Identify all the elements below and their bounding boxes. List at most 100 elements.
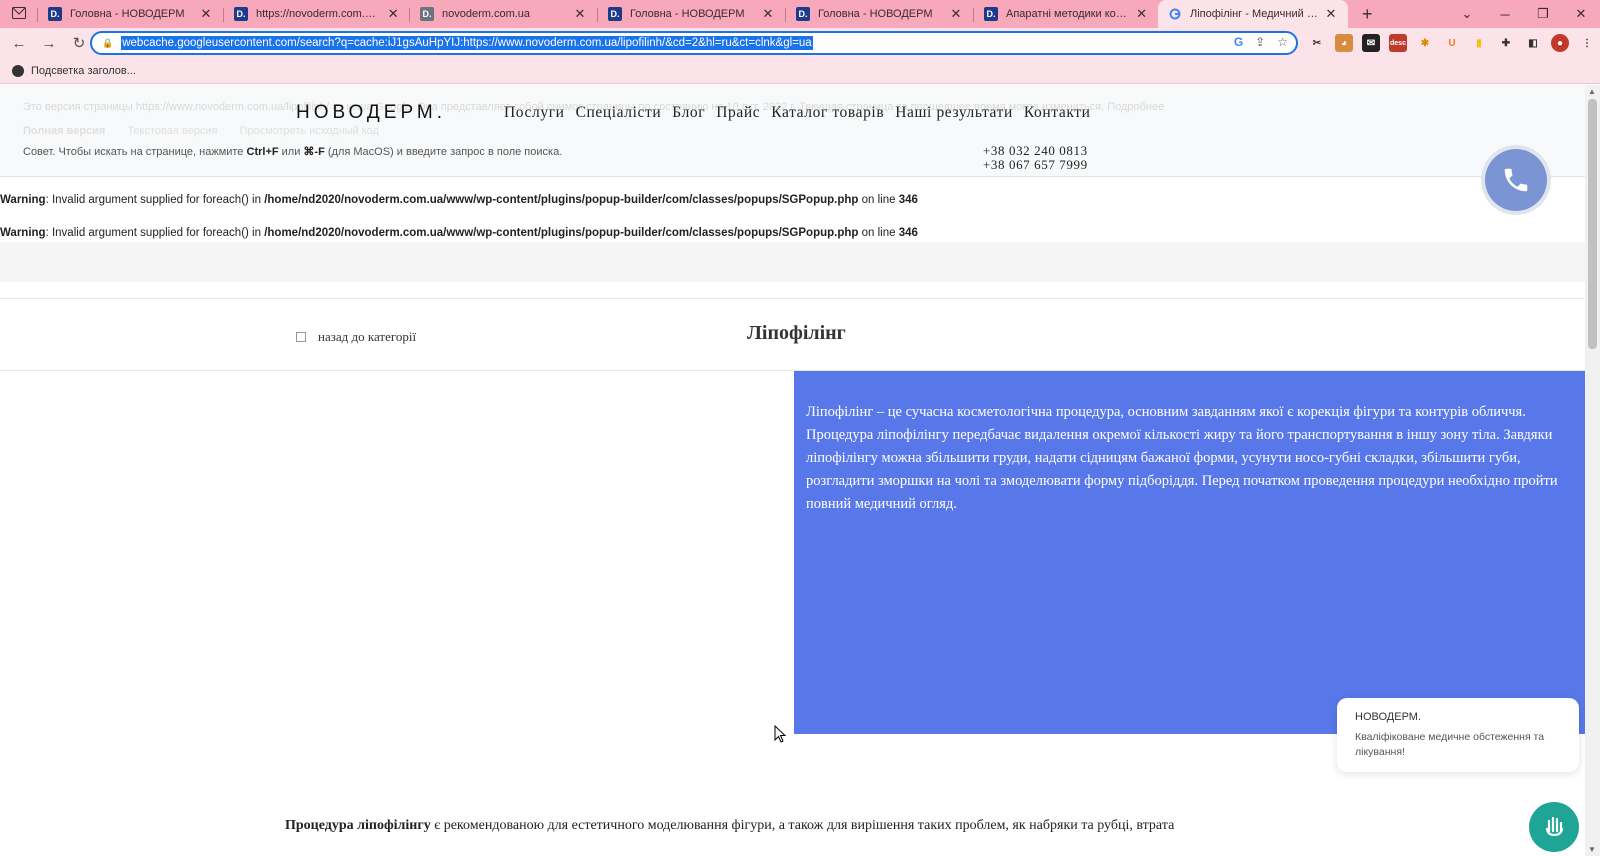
extensions-puzzle-icon[interactable]: ✚ [1497, 34, 1515, 52]
nav-item-results[interactable]: Наші результати [895, 104, 1013, 122]
nav-item-contacts[interactable]: Контакти [1024, 104, 1091, 122]
extension-cut-icon[interactable]: ✂ [1308, 34, 1326, 52]
php-warning: Warning: Invalid argument supplied for f… [0, 227, 918, 239]
scroll-up-icon[interactable]: ▲ [1588, 87, 1596, 96]
view-source-link[interactable]: Просмотреть исходный код [239, 125, 379, 137]
menu-dots-icon[interactable]: ⋮ [1578, 34, 1596, 52]
bookmark-item[interactable]: Подсветка заголов... [31, 65, 136, 77]
tab-1[interactable]: D. Головна - НОВОДЕРМ ✕ [38, 0, 224, 28]
tab-active[interactable]: Ліпофілінг - Медичний центр ✕ [1158, 0, 1348, 28]
tab-strip: D. Головна - НОВОДЕРМ ✕ D. https://novod… [0, 0, 1600, 28]
new-tab-button[interactable]: + [1362, 4, 1373, 25]
close-tab-icon[interactable]: ✕ [1135, 6, 1148, 22]
warning-text: on line [858, 227, 899, 239]
php-warning: Warning: Invalid argument supplied for f… [0, 194, 918, 206]
tab-title: novoderm.com.ua [442, 8, 531, 20]
bookmark-globe-icon [12, 64, 24, 77]
extension-bear-icon[interactable]: ◕ [1335, 34, 1353, 52]
bookmarks-bar: Подсветка заголов... [0, 58, 1600, 84]
tab-5[interactable]: D. Головна - НОВОДЕРМ ✕ [786, 0, 974, 28]
call-button[interactable] [1481, 145, 1551, 215]
chat-button[interactable] [1529, 802, 1579, 852]
site-logo[interactable]: НОВОДЕРМ. [296, 102, 446, 124]
body-paragraph: Процедура ліпофілінгу є рекомендованою д… [285, 818, 1174, 834]
text-version-link[interactable]: Текстовая версия [127, 125, 217, 137]
full-version-link[interactable]: Полная версия [23, 125, 105, 137]
google-icon [1168, 7, 1182, 21]
close-tab-icon[interactable]: ✕ [572, 6, 588, 22]
extension-mail-icon[interactable]: ✉ [1362, 34, 1380, 52]
tab-title: Апаратні методики косметоло [1006, 8, 1129, 20]
phone-1[interactable]: +38 032 240 0813 [983, 144, 1088, 158]
minimize-icon[interactable]: ─ [1486, 7, 1524, 22]
tab-title: Головна - НОВОДЕРМ [70, 8, 185, 20]
intro-panel: Ліпофілінг – це сучасна косметологічна п… [794, 371, 1585, 734]
warning-path: /home/nd2020/novoderm.com.ua/www/wp-cont… [264, 227, 859, 239]
chat-popup[interactable]: НОВОДЕРМ. Кваліфіковане медичне обстежен… [1337, 698, 1579, 772]
divider [0, 298, 1585, 299]
forward-icon[interactable]: → [36, 30, 62, 56]
nav-item-specialists[interactable]: Спеціалісти [576, 104, 662, 122]
hint-key: Ctrl+F [246, 146, 279, 158]
extension-chart-icon[interactable]: ▮ [1470, 34, 1488, 52]
reload-icon[interactable]: ↻ [66, 30, 92, 56]
phone-2[interactable]: +38 067 657 7999 [983, 157, 1088, 172]
back-arrow-icon [296, 332, 306, 342]
novoderm-favicon-icon: D. [48, 7, 62, 21]
hint-text: или [278, 146, 304, 158]
extension-desc-icon[interactable]: desc [1389, 34, 1407, 52]
address-bar[interactable]: 🔒 webcache.googleusercontent.com/search?… [90, 31, 1298, 55]
warning-label: Warning [0, 194, 46, 206]
warning-text: on line [858, 194, 899, 206]
tab-4[interactable]: D. Головна - НОВОДЕРМ ✕ [598, 0, 786, 28]
page-scrollbar[interactable]: ▲ ▼ [1585, 85, 1600, 856]
url-text[interactable]: webcache.googleusercontent.com/search?q=… [121, 36, 813, 50]
nav-item-price[interactable]: Прайс [716, 104, 760, 122]
tab-2[interactable]: D. https://novoderm.com.ua/robo ✕ [224, 0, 410, 28]
page-title: Ліпофілінг [747, 322, 846, 344]
close-tab-icon[interactable]: ✕ [198, 6, 214, 22]
profile-avatar[interactable]: ● [1551, 34, 1569, 52]
tab-3[interactable]: D. novoderm.com.ua ✕ [410, 0, 598, 28]
back-to-category-link[interactable]: назад до категорії [296, 329, 416, 345]
cache-links: Полная версия Текстовая версия Просмотре… [23, 125, 379, 137]
scrollbar-thumb[interactable] [1588, 99, 1597, 349]
google-lens-icon[interactable]: G [1234, 35, 1243, 49]
nav-item-services[interactable]: Послуги [504, 104, 565, 122]
warning-text: : Invalid argument supplied for foreach(… [45, 194, 265, 206]
close-tab-icon[interactable]: ✕ [1324, 6, 1338, 22]
nav-item-catalog[interactable]: Каталог товарів [771, 104, 884, 122]
phone-numbers: +38 032 240 0813 +38 067 657 7999 [983, 144, 1088, 171]
scroll-down-icon[interactable]: ▼ [1588, 845, 1596, 854]
warning-line: 346 [898, 194, 918, 206]
mail-icon [12, 6, 26, 22]
novoderm-favicon-icon: D. [234, 7, 248, 21]
tab-title: https://novoderm.com.ua/robo [256, 8, 381, 20]
close-tab-icon[interactable]: ✕ [760, 6, 776, 22]
novoderm-favicon-icon: D. [608, 7, 622, 21]
back-icon[interactable]: ← [6, 30, 32, 56]
nav-item-blog[interactable]: Блог [672, 104, 705, 122]
restore-icon[interactable]: ❐ [1524, 6, 1562, 22]
extension-gear-icon[interactable]: ✱ [1416, 34, 1434, 52]
site-header: НОВОДЕРМ. Послуги Спеціалісти Блог Прайс… [296, 101, 1091, 125]
tab-search-icon[interactable]: ⌄ [1448, 6, 1486, 22]
phone-icon [1485, 149, 1547, 211]
close-tab-icon[interactable]: ✕ [948, 6, 964, 22]
close-window-icon[interactable]: ✕ [1562, 6, 1600, 22]
close-tab-icon[interactable]: ✕ [386, 6, 400, 22]
body-bold: Процедура ліпофілінгу [285, 818, 431, 833]
novoderm-favicon-icon: D. [796, 7, 810, 21]
bookmark-star-icon[interactable]: ☆ [1277, 35, 1288, 49]
tab-pinned-mail[interactable] [0, 0, 38, 28]
hint-key: ⌘-F [303, 146, 325, 158]
browser-toolbar: ← → ↻ 🔒 webcache.googleusercontent.com/s… [0, 28, 1600, 58]
extension-u-icon[interactable]: U [1443, 34, 1461, 52]
side-panel-icon[interactable]: ◧ [1524, 34, 1542, 52]
novoderm-favicon-icon: D. [984, 7, 998, 21]
tab-6[interactable]: D. Апаратні методики косметоло ✕ [974, 0, 1158, 28]
chat-hand-icon [1540, 811, 1568, 844]
share-icon[interactable]: ⇪ [1255, 35, 1265, 49]
lock-icon[interactable]: 🔒 [102, 38, 113, 49]
tab-title: Головна - НОВОДЕРМ [818, 8, 933, 20]
